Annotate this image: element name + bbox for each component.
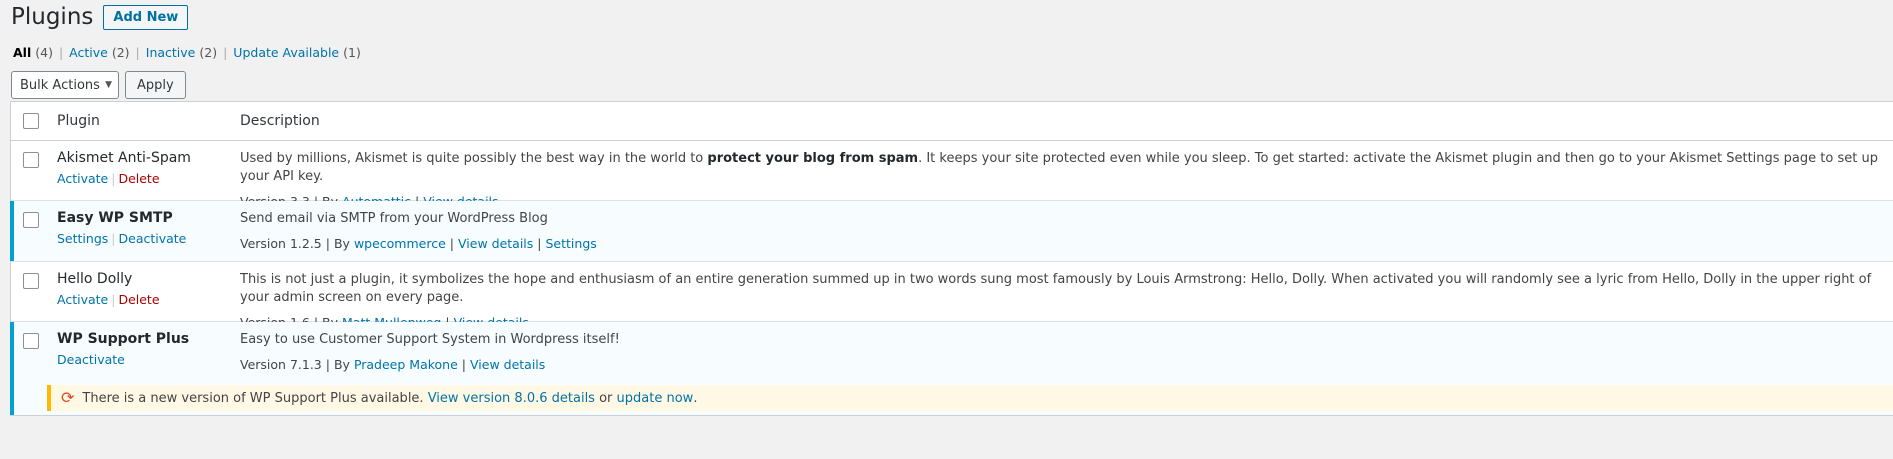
- plugin-name: Akismet Anti-Spam: [57, 150, 191, 166]
- filter-inactive-count: (2): [199, 45, 218, 60]
- plugin-name: WP Support Plus: [57, 331, 190, 347]
- author-link[interactable]: wpecommerce: [354, 236, 446, 251]
- update-notice-or: or: [599, 390, 613, 406]
- add-new-button[interactable]: Add New: [103, 4, 189, 30]
- plugin-status-filters: All (4) | Active (2) | Inactive (2) | Up…: [13, 45, 361, 60]
- filter-all-link[interactable]: All: [13, 45, 31, 60]
- table-header: Plugin Description: [11, 102, 1893, 141]
- select-all-checkbox[interactable]: [23, 113, 39, 129]
- filter-all-count: (4): [35, 45, 53, 60]
- filter-separator: |: [58, 45, 64, 60]
- apply-button[interactable]: Apply: [125, 71, 186, 99]
- row-actions: Activate | Delete: [57, 292, 160, 307]
- deactivate-link[interactable]: Deactivate: [57, 352, 125, 367]
- filter-active: Active (2): [69, 45, 129, 60]
- plugin-checkbox[interactable]: [23, 333, 39, 349]
- view-version-details-link[interactable]: View version 8.0.6 details: [428, 391, 595, 406]
- plugin-name: Hello Dolly: [57, 271, 133, 287]
- row-actions: Activate | Delete: [57, 171, 160, 186]
- deactivate-link[interactable]: Deactivate: [119, 231, 187, 246]
- filter-inactive-link[interactable]: Inactive: [146, 45, 196, 60]
- plugin-meta: Version 7.1.3 | By Pradeep Makone | View det…: [240, 357, 546, 372]
- activate-link[interactable]: Activate: [57, 171, 108, 186]
- description-text: Used by millions, Akismet is quite possi…: [240, 151, 708, 166]
- bulk-actions-select[interactable]: Bulk Actions ▼: [11, 71, 119, 99]
- description-emphasis: protect your blog from spam: [707, 151, 919, 166]
- delete-link[interactable]: Delete: [118, 292, 159, 307]
- page-title: Plugins: [11, 4, 94, 30]
- plugin-row-akismet: Akismet Anti-Spam Activate | Delete Used b…: [11, 141, 1893, 209]
- filter-inactive: Inactive (2): [146, 45, 217, 60]
- update-notice-text: There is a new version of WP Support Plu…: [82, 390, 424, 406]
- plugins-page: Plugins Add New All (4) | Active (2) | I…: [0, 0, 1893, 459]
- row-actions: Settings | Deactivate: [57, 231, 187, 246]
- filter-update-available-link[interactable]: Update Available: [233, 45, 339, 60]
- plugin-row-wp-support-plus: WP Support Plus Deactivate Easy to use C…: [10, 322, 1893, 377]
- plugin-update-row: ⟳ There is a new version of WP Support P…: [10, 377, 1893, 415]
- plugin-description: Used by millions, Akismet is quite possi…: [240, 150, 1893, 186]
- filter-active-link[interactable]: Active: [69, 45, 108, 60]
- filter-update-available-count: (1): [343, 45, 361, 60]
- author-link[interactable]: Pradeep Makone: [354, 357, 458, 372]
- chevron-down-icon: ▼: [105, 80, 112, 90]
- row-actions: Deactivate: [57, 352, 240, 367]
- settings-link[interactable]: Settings: [546, 236, 597, 251]
- plugin-row-hello-dolly: Hello Dolly Activate | Delete This is not …: [11, 262, 1893, 330]
- filter-separator: |: [223, 45, 228, 60]
- bulk-actions-bar: Bulk Actions ▼ Apply: [11, 71, 186, 99]
- filter-update-available: Update Available (1): [233, 45, 361, 60]
- delete-link[interactable]: Delete: [118, 171, 159, 186]
- settings-link[interactable]: Settings: [57, 231, 108, 246]
- filter-all: All (4): [13, 45, 53, 60]
- plugin-row-easy-wp-smtp: Easy WP SMTP Settings | Deactivate Send em…: [10, 201, 1893, 262]
- plugin-checkbox[interactable]: [23, 212, 39, 228]
- update-icon: ⟳: [61, 388, 75, 407]
- plugin-description: Send email via SMTP from your WordPress …: [240, 211, 548, 226]
- column-header-description: Description: [240, 113, 320, 129]
- plugin-meta: Version 1.2.5 | By wpecommerce | View detail…: [240, 236, 597, 251]
- plugin-by: By: [333, 236, 350, 251]
- plugin-checkbox[interactable]: [23, 152, 39, 168]
- plugins-table: Plugin Description Akismet Anti-Spam Act…: [10, 101, 1893, 416]
- column-header-plugin[interactable]: Plugin: [57, 113, 240, 129]
- plugin-version: Version 7.1.3: [240, 357, 322, 372]
- update-notice: ⟳ There is a new version of WP Support P…: [47, 385, 1893, 411]
- plugin-name: Easy WP SMTP: [57, 210, 173, 226]
- plugin-by: By: [333, 357, 350, 372]
- page-header: Plugins Add New: [11, 0, 189, 34]
- activate-link[interactable]: Activate: [57, 292, 108, 307]
- plugin-checkbox[interactable]: [23, 273, 39, 289]
- filter-separator: |: [135, 45, 140, 60]
- plugin-version: Version 1.2.5: [240, 236, 322, 251]
- bulk-actions-value: Bulk Actions: [20, 77, 100, 93]
- view-details-link[interactable]: View details: [458, 236, 533, 251]
- plugin-description: Easy to use Customer Support System in W…: [240, 332, 620, 347]
- filter-active-count: (2): [111, 45, 130, 60]
- plugin-description: This is not just a plugin, it symbolizes…: [240, 272, 1872, 305]
- view-details-link[interactable]: View details: [470, 357, 545, 372]
- update-now-link[interactable]: update now: [617, 391, 694, 406]
- update-notice-period: .: [693, 390, 698, 406]
